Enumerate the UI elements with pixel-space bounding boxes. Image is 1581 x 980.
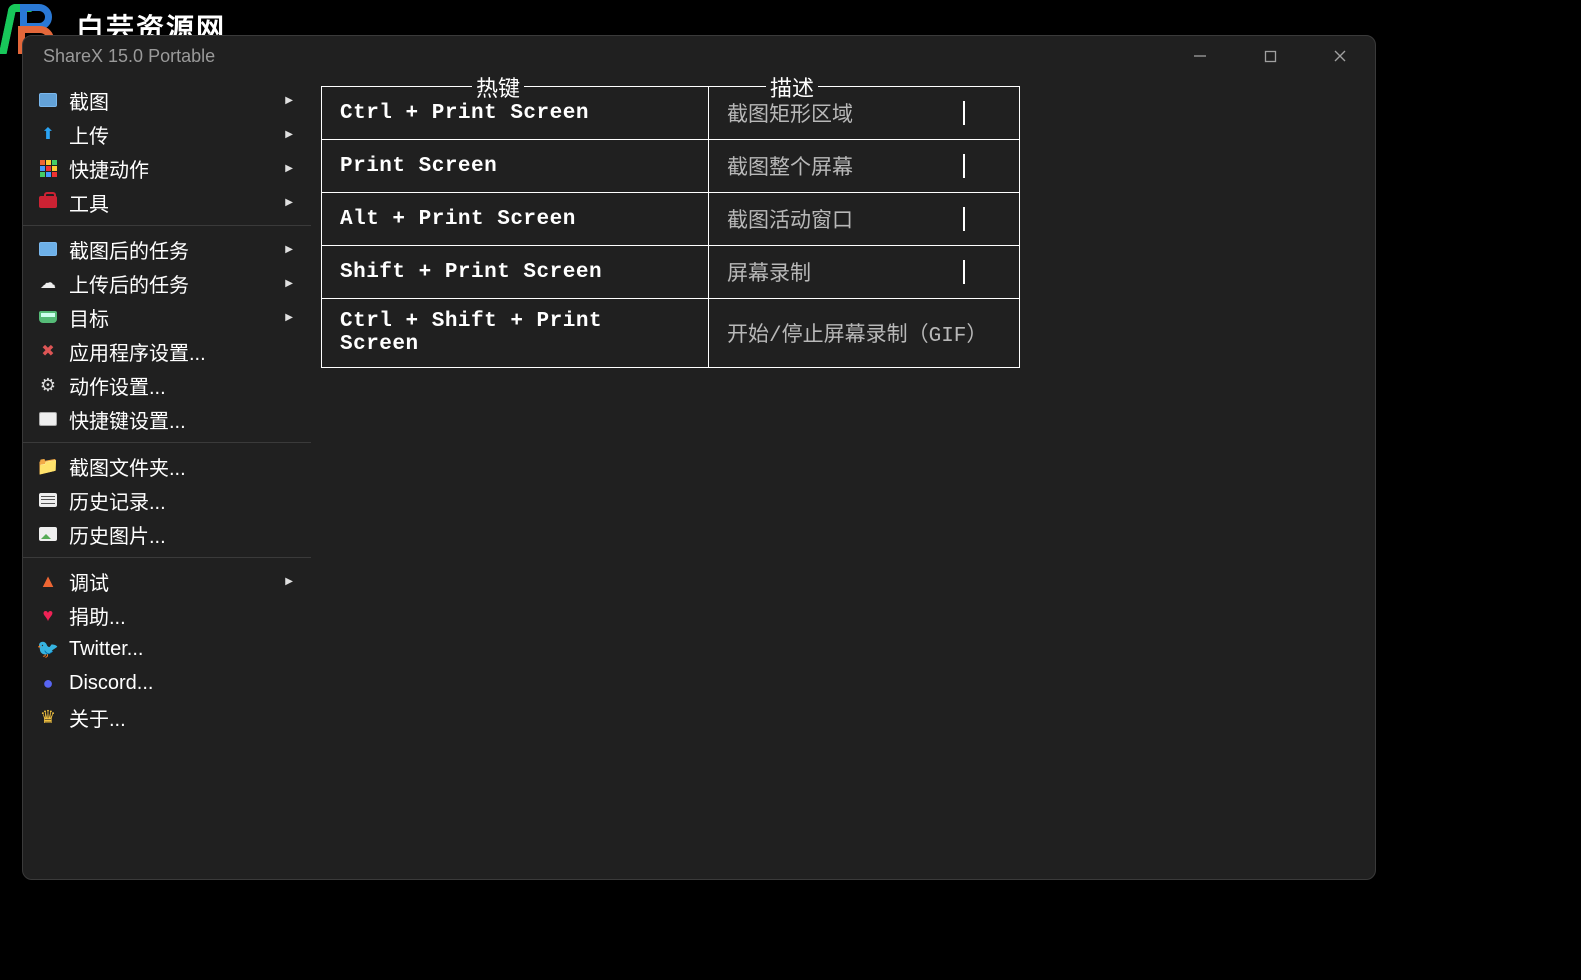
- twitter-icon: 🐦: [37, 638, 59, 660]
- tasks-icon: [37, 238, 59, 260]
- sidebar-item-label: 历史记录...: [69, 486, 166, 515]
- chevron-right-icon: ▶: [285, 129, 293, 140]
- hotkey-key: Alt + Print Screen: [322, 193, 672, 245]
- sidebar-item-twitter[interactable]: 🐦 Twitter...: [23, 632, 311, 666]
- sidebar-item-donate[interactable]: ♥ 捐助...: [23, 598, 311, 632]
- sidebar-item-label: Discord...: [69, 672, 153, 695]
- sidebar-item-about[interactable]: ♛ 关于...: [23, 700, 311, 734]
- sidebar-item-label: 动作设置...: [69, 371, 166, 400]
- maximize-button[interactable]: [1235, 36, 1305, 76]
- chevron-right-icon: ▶: [285, 278, 293, 289]
- folder-icon: 📁: [37, 455, 59, 477]
- chevron-right-icon: ▶: [285, 312, 293, 323]
- hotkey-cursor: [917, 246, 977, 298]
- sidebar-item-after-upload[interactable]: ☁ 上传后的任务 ▶: [23, 266, 311, 300]
- sidebar-item-label: 快捷动作: [69, 154, 149, 183]
- hotkey-cursor: [917, 87, 977, 139]
- sidebar-item-label: 截图: [69, 86, 109, 115]
- sidebar-item-label: 上传后的任务: [69, 269, 189, 298]
- sidebar-item-app-settings[interactable]: ✖ 应用程序设置...: [23, 334, 311, 368]
- sidebar-item-label: 截图后的任务: [69, 235, 189, 264]
- sidebar-item-after-capture[interactable]: 截图后的任务 ▶: [23, 232, 311, 266]
- hotkey-table: 热键 描述 Ctrl + Print Screen截图矩形区域Print Scr…: [321, 86, 1020, 368]
- cloud-icon: ☁: [37, 272, 59, 294]
- maximize-icon: [1264, 50, 1277, 63]
- sidebar-item-label: 截图文件夹...: [69, 452, 186, 481]
- cog-icon: ⚙: [37, 374, 59, 396]
- chevron-right-icon: ▶: [285, 163, 293, 174]
- chevron-right-icon: ▶: [285, 576, 293, 587]
- sidebar-item-capture[interactable]: 截图 ▶: [23, 83, 311, 117]
- minimize-icon: [1193, 49, 1207, 63]
- sidebar-item-upload[interactable]: ⬆ 上传 ▶: [23, 117, 311, 151]
- sidebar-item-label: Twitter...: [69, 638, 143, 661]
- window-title: ShareX 15.0 Portable: [43, 46, 215, 67]
- discord-icon: ●: [37, 672, 59, 694]
- hotkey-desc: 截图活动窗口: [709, 193, 917, 245]
- grid-icon: [37, 157, 59, 179]
- images-icon: [37, 523, 59, 545]
- toolbox-icon: [37, 191, 59, 213]
- wrench-icon: ✖: [37, 340, 59, 362]
- hotkey-row[interactable]: Ctrl + Shift + Print Screen 开始/停止屏幕录制（GIF…: [322, 299, 1019, 367]
- titlebar[interactable]: ShareX 15.0 Portable: [23, 36, 1375, 76]
- main-panel: 热键 描述 Ctrl + Print Screen截图矩形区域Print Scr…: [311, 76, 1375, 879]
- app-window: ShareX 15.0 Portable 截图▶⬆上传▶快捷动作▶工具▶截图后的…: [22, 35, 1376, 880]
- hotkey-desc: 截图矩形区域: [709, 87, 917, 139]
- minimize-button[interactable]: [1165, 36, 1235, 76]
- close-icon: [1333, 49, 1347, 63]
- sidebar-item-image-history[interactable]: 历史图片...: [23, 517, 311, 551]
- cone-icon: ▲: [37, 570, 59, 592]
- close-button[interactable]: [1305, 36, 1375, 76]
- hotkey-desc: 屏幕录制: [709, 246, 917, 298]
- sidebar-item-discord[interactable]: ● Discord...: [23, 666, 311, 700]
- hotkey-row[interactable]: Print Screen 截图整个屏幕: [322, 140, 1019, 193]
- hotkey-desc: 截图整个屏幕: [709, 140, 917, 192]
- sidebar-item-label: 关于...: [69, 703, 126, 732]
- sidebar-item-workflows[interactable]: 快捷动作 ▶: [23, 151, 311, 185]
- sidebar-item-label: 历史图片...: [69, 520, 166, 549]
- sidebar-item-screenshots-folder[interactable]: 📁 截图文件夹...: [23, 449, 311, 483]
- sidebar-item-hotkey-settings[interactable]: 快捷键设置...: [23, 402, 311, 436]
- chevron-right-icon: ▶: [285, 95, 293, 106]
- upload-icon: ⬆: [37, 123, 59, 145]
- disk-icon: [37, 306, 59, 328]
- keyboard-icon: [37, 408, 59, 430]
- hotkey-cursor: [917, 193, 977, 245]
- hotkey-header-key: 热键: [472, 71, 524, 103]
- hotkey-row[interactable]: Shift + Print Screen 屏幕录制: [322, 246, 1019, 299]
- hotkey-row[interactable]: Ctrl + Print Screen截图矩形区域: [322, 87, 1019, 140]
- monitor-icon: [37, 89, 59, 111]
- sidebar-item-label: 应用程序设置...: [69, 337, 206, 366]
- sidebar: 截图 ▶ ⬆ 上传 ▶ 快捷动作 ▶ 工具 ▶ 截图后的任务 ▶ ☁ 上传后的任务 ▶ 目标 ▶ ✖ 应用程序设置…: [23, 76, 311, 879]
- sidebar-item-label: 调试: [69, 567, 109, 596]
- hotkey-row[interactable]: Alt + Print Screen 截图活动窗口: [322, 193, 1019, 246]
- sidebar-item-destinations[interactable]: 目标 ▶: [23, 300, 311, 334]
- chevron-right-icon: ▶: [285, 197, 293, 208]
- sidebar-item-history[interactable]: 历史记录...: [23, 483, 311, 517]
- sidebar-item-tools[interactable]: 工具 ▶: [23, 185, 311, 219]
- sidebar-item-label: 上传: [69, 120, 109, 149]
- sidebar-item-debug[interactable]: ▲ 调试 ▶: [23, 564, 311, 598]
- hotkey-key: Print Screen: [322, 140, 672, 192]
- sidebar-item-task-settings[interactable]: ⚙ 动作设置...: [23, 368, 311, 402]
- sidebar-item-label: 工具: [69, 188, 109, 217]
- sidebar-item-label: 捐助...: [69, 601, 126, 630]
- sidebar-item-label: 快捷键设置...: [69, 405, 186, 434]
- sidebar-item-label: 目标: [69, 303, 109, 332]
- crown-icon: ♛: [37, 706, 59, 728]
- hotkey-key: Ctrl + Shift + Print Screen: [322, 299, 672, 367]
- heart-icon: ♥: [37, 604, 59, 626]
- hotkey-desc: 开始/停止屏幕录制（GIF）: [709, 299, 1019, 367]
- chevron-right-icon: ▶: [285, 244, 293, 255]
- hotkey-key: Shift + Print Screen: [322, 246, 672, 298]
- list-icon: [37, 489, 59, 511]
- hotkey-cursor: [917, 140, 977, 192]
